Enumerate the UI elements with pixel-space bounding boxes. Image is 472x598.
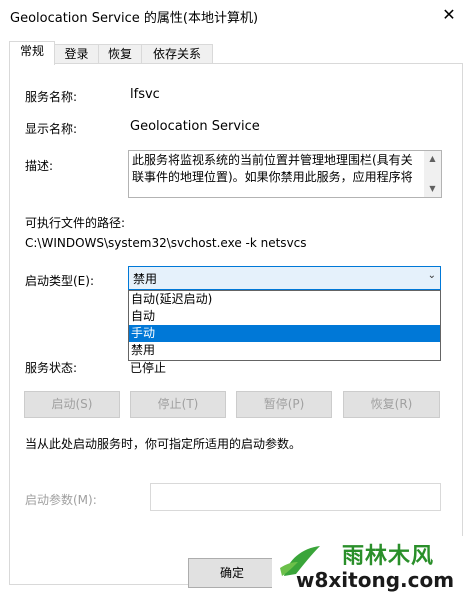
display-name-value: Geolocation Service xyxy=(130,119,260,134)
startup-type-value: 禁用 xyxy=(133,272,158,286)
title-bar: Geolocation Service 的属性(本地计算机) ✕ xyxy=(0,0,472,31)
window-title: Geolocation Service 的属性(本地计算机) xyxy=(10,11,259,26)
tab-logon[interactable]: 登录 xyxy=(54,44,99,64)
watermark-brand: 雨林木风 xyxy=(342,543,435,569)
ok-button[interactable]: 确定 xyxy=(188,558,276,588)
option-auto[interactable]: 自动 xyxy=(129,308,440,325)
scroll-down-icon[interactable]: ▼ xyxy=(424,181,441,197)
startup-params-input[interactable] xyxy=(150,483,441,511)
option-manual[interactable]: 手动 xyxy=(129,325,440,342)
watermark-url: w8xitong.com xyxy=(296,568,455,592)
tab-dependencies[interactable]: 依存关系 xyxy=(141,44,213,64)
watermark: 雨林木风 w8xitong.com xyxy=(272,536,472,598)
startup-type-label: 启动类型(E): xyxy=(25,274,94,288)
option-disabled[interactable]: 禁用 xyxy=(129,342,440,359)
status-value: 已停止 xyxy=(130,361,167,375)
description-label: 描述: xyxy=(25,159,54,173)
startup-type-select[interactable]: 禁用 ⌄ xyxy=(128,266,441,290)
startup-params-label: 启动参数(M): xyxy=(25,493,97,507)
path-value: C:\WINDOWS\system32\svchost.exe -k netsv… xyxy=(25,236,307,250)
description-text: 此服务将监视系统的当前位置并管理地理围栏(具有关联事件的地理位置)。如果你禁用此… xyxy=(132,153,413,184)
start-button[interactable]: 启动(S) xyxy=(24,391,120,418)
close-icon[interactable]: ✕ xyxy=(426,0,472,31)
startup-params-hint: 当从此处启动服务时，你可指定所适用的启动参数。 xyxy=(25,437,302,451)
option-label: 禁用 xyxy=(131,343,156,357)
option-label: 自动(延迟启动) xyxy=(131,292,213,306)
resume-button[interactable]: 恢复(R) xyxy=(343,391,440,418)
display-name-label: 显示名称: xyxy=(25,122,78,136)
description-box[interactable]: 此服务将监视系统的当前位置并管理地理围栏(具有关联事件的地理位置)。如果你禁用此… xyxy=(128,150,442,198)
option-label: 手动 xyxy=(131,326,156,340)
tab-recovery[interactable]: 恢复 xyxy=(98,44,142,64)
stop-button[interactable]: 停止(T) xyxy=(130,391,226,418)
service-name-label: 服务名称: xyxy=(25,90,78,104)
tab-general[interactable]: 常规 xyxy=(9,41,55,65)
option-auto-delayed[interactable]: 自动(延迟启动) xyxy=(129,291,440,308)
chevron-down-icon[interactable]: ⌄ xyxy=(428,270,436,281)
service-name-value: lfsvc xyxy=(130,87,160,102)
description-scrollbar[interactable]: ▲ ▼ xyxy=(424,151,441,197)
pause-button[interactable]: 暂停(P) xyxy=(236,391,332,418)
status-label: 服务状态: xyxy=(25,361,78,375)
startup-type-dropdown: 自动(延迟启动) 自动 手动 禁用 xyxy=(128,290,441,361)
path-label: 可执行文件的路径: xyxy=(25,216,126,230)
option-label: 自动 xyxy=(131,309,156,323)
scroll-up-icon[interactable]: ▲ xyxy=(424,151,441,167)
